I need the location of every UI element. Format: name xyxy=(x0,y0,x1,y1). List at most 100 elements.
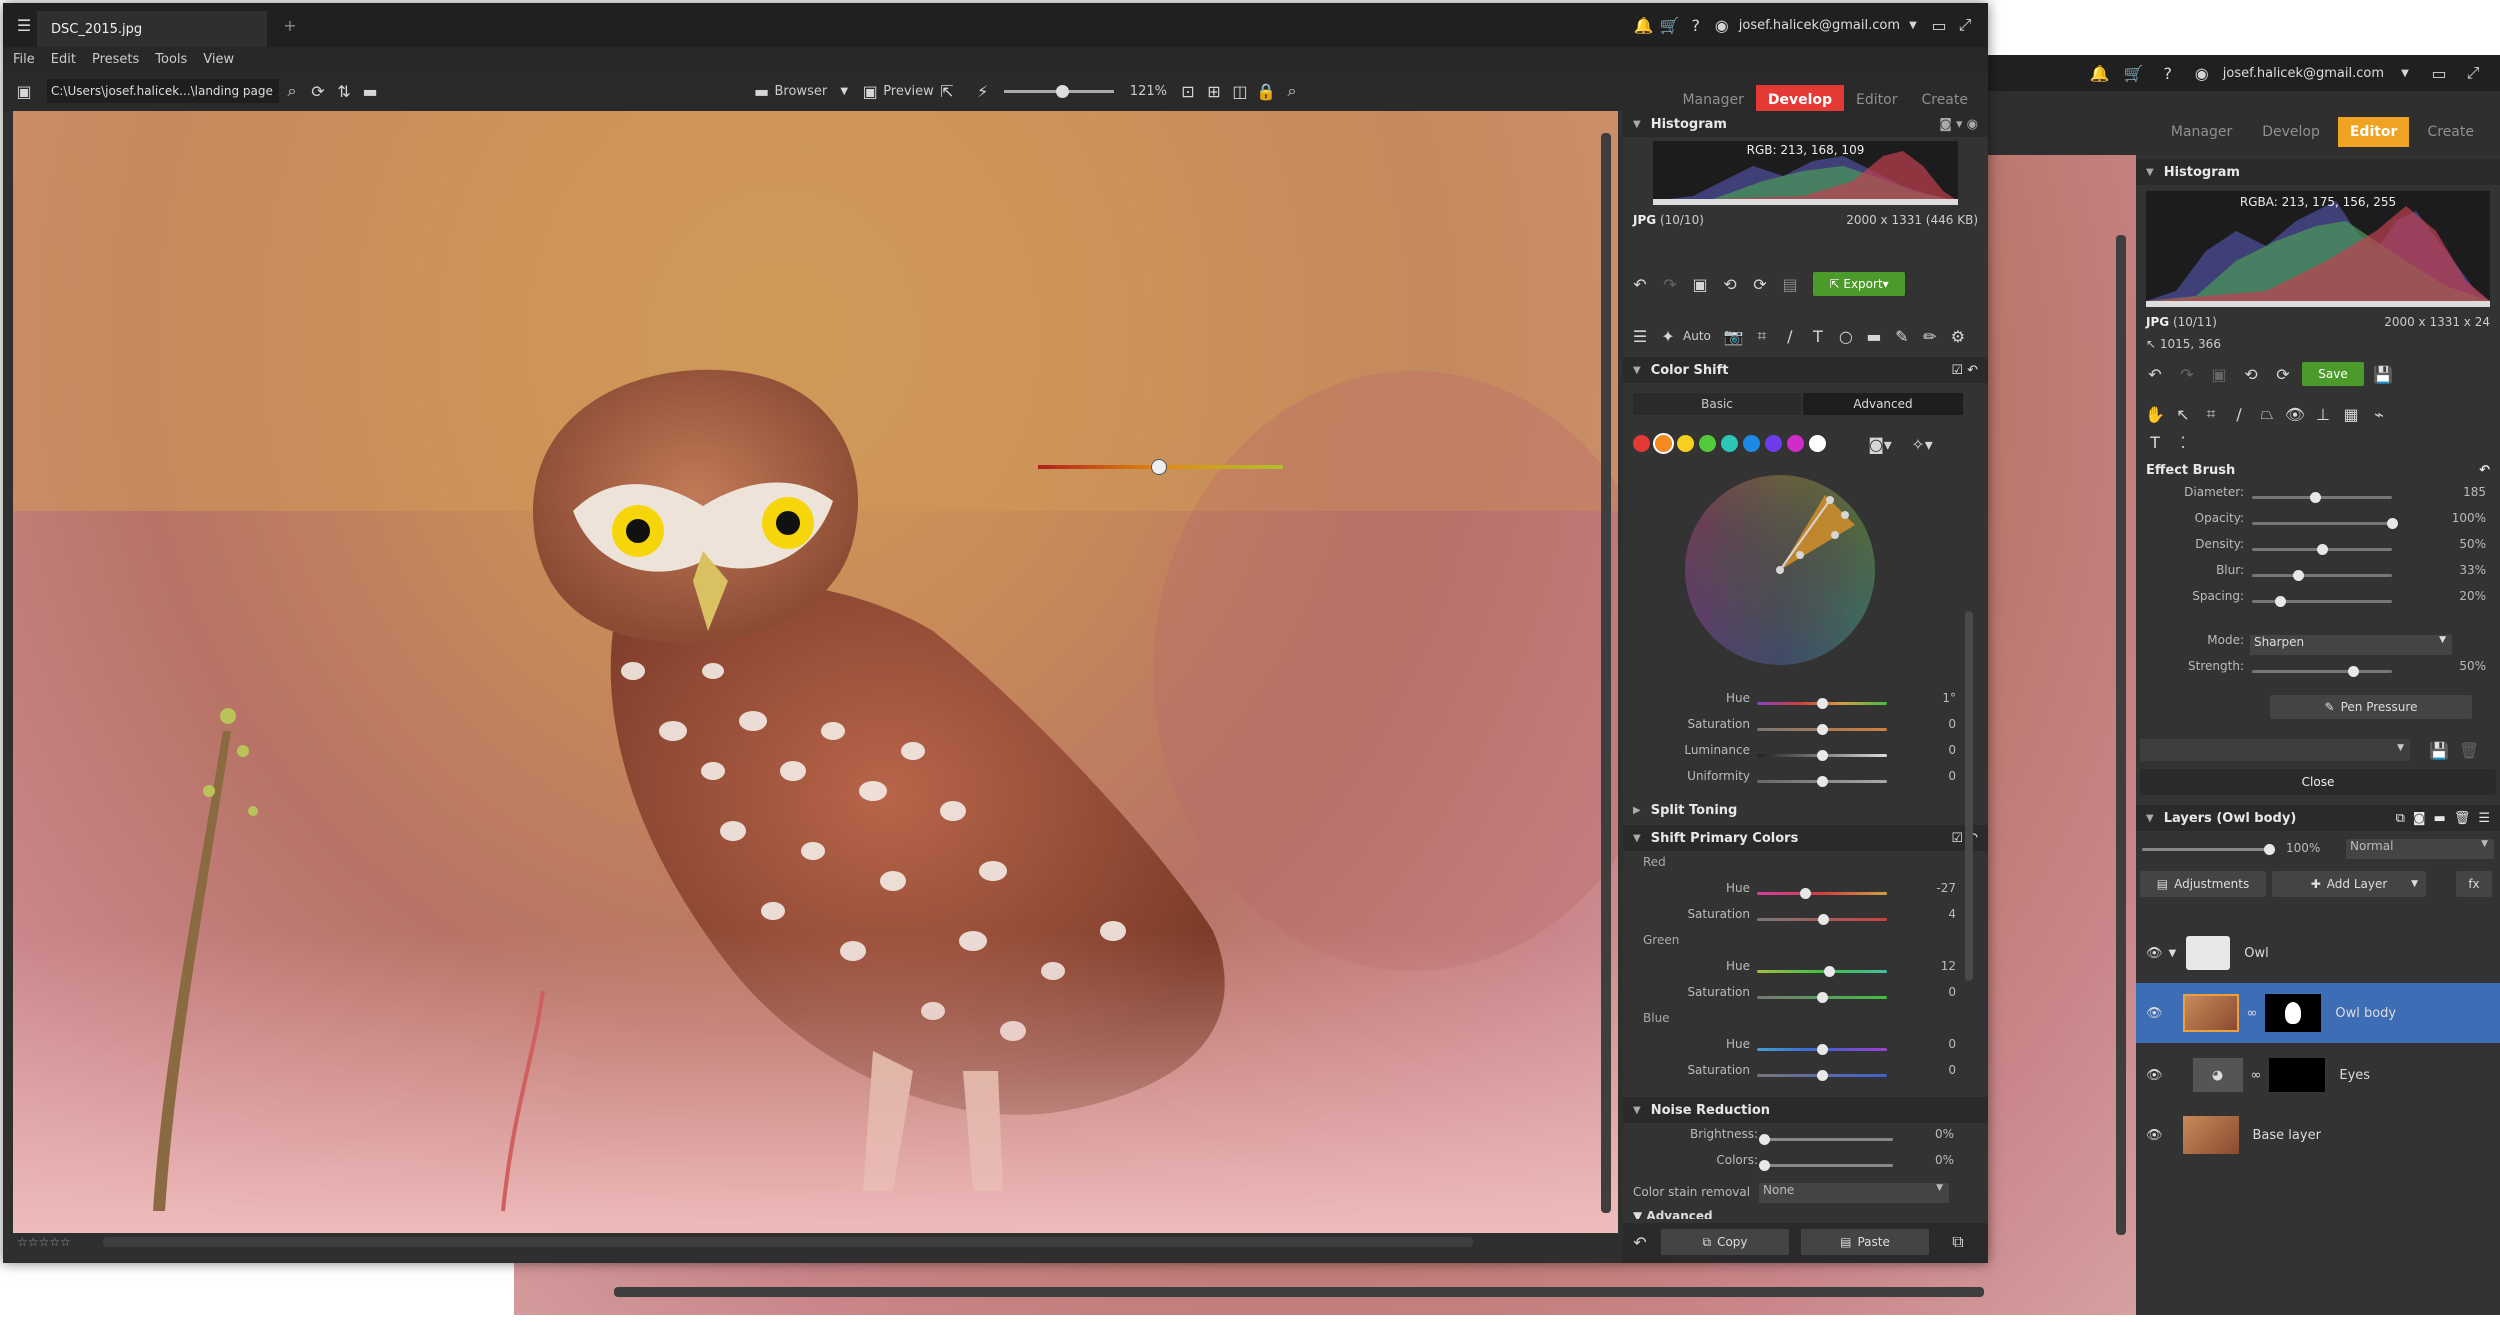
color-swatch[interactable] xyxy=(1809,435,1826,452)
chevron-down-icon[interactable]: ▼ xyxy=(1900,12,1926,38)
straighten-icon[interactable]: ∕ xyxy=(1777,323,1803,349)
histogram-header[interactable]: ▼ Histogram ◙ ▾ ◉ xyxy=(1623,111,1988,137)
brush-spacing-track[interactable] xyxy=(2252,600,2392,603)
shift-primary-header[interactable]: ▼Shift Primary Colors ☑ ↶ xyxy=(1623,825,1988,851)
tab-create[interactable]: Create xyxy=(2415,117,2486,147)
selection-icon[interactable]: ⌁ xyxy=(2366,401,2392,427)
color-swatch[interactable] xyxy=(1721,435,1738,452)
layer-item-owl-group[interactable]: 👁 ▼ Owl xyxy=(2136,923,2500,983)
color-swatch[interactable] xyxy=(1677,435,1694,452)
brush-blur-knob[interactable] xyxy=(2293,570,2305,581)
color-swatch[interactable] xyxy=(1699,435,1716,452)
brush-mode-select[interactable]: Sharpen ▼ xyxy=(2250,635,2452,655)
color-swatch[interactable] xyxy=(1653,433,1674,454)
shift-red-hue-track[interactable] xyxy=(1757,892,1887,895)
perspective-icon[interactable]: ⏢ xyxy=(2254,401,2280,427)
color-wheel[interactable] xyxy=(1685,475,1875,665)
menu-file[interactable]: File xyxy=(13,52,35,67)
monitor-icon[interactable]: ▭ xyxy=(2426,60,2452,86)
text-icon[interactable]: T xyxy=(2142,429,2168,455)
brush-strength-track[interactable] xyxy=(2252,670,2392,673)
brush-opacity-track[interactable] xyxy=(2252,522,2392,525)
grid-icon[interactable]: ▦ xyxy=(2338,401,2364,427)
pointer-icon[interactable]: ↖ xyxy=(2170,401,2196,427)
layer-opacity-track[interactable] xyxy=(2142,848,2268,851)
zoom-slider[interactable] xyxy=(1003,84,1114,98)
delete-preset-icon[interactable]: 🗑 xyxy=(2456,737,2482,763)
browser-button[interactable]: Browser xyxy=(775,84,828,99)
color-shift-toggle-icon[interactable]: ☑ ↶ xyxy=(1951,363,1978,378)
editor-scrollbar[interactable] xyxy=(2116,235,2126,1235)
clipboard-icon[interactable]: ⧉ xyxy=(1945,1229,1971,1255)
help-icon[interactable]: ? xyxy=(2155,60,2181,86)
gradient-icon[interactable]: ▬ xyxy=(1861,323,1887,349)
pen-pressure-button[interactable]: ✎ Pen Pressure xyxy=(2270,695,2472,719)
brush-blur-track[interactable] xyxy=(2252,574,2392,577)
preset-select[interactable]: ▼ xyxy=(2140,739,2410,761)
circle-icon[interactable]: ○ xyxy=(1833,323,1859,349)
visibility-eye-icon[interactable]: 👁 xyxy=(2146,1006,2163,1021)
effect-brush-header[interactable]: Effect Brush ↶ xyxy=(2136,457,2500,483)
path-input[interactable]: C:\Users\josef.halicek...\landing page xyxy=(47,79,279,103)
noise-colors-knob[interactable] xyxy=(1759,1160,1770,1171)
user-email[interactable]: josef.halicek@gmail.com xyxy=(2223,66,2384,81)
visibility-eye-icon[interactable]: 👁 xyxy=(2146,1128,2163,1143)
zoom-actual-icon[interactable]: ⊞ xyxy=(1201,78,1227,104)
tab-develop[interactable]: Develop xyxy=(2250,117,2332,147)
shift-red-hue-knob[interactable] xyxy=(1800,888,1812,899)
auto-button[interactable]: Auto xyxy=(1683,329,1711,343)
undo-icon[interactable]: ↶ xyxy=(1627,271,1653,297)
brush-density-knob[interactable] xyxy=(2317,544,2328,555)
save-preset-icon[interactable]: 💾 xyxy=(2426,737,2452,763)
color-swatch[interactable] xyxy=(1633,435,1650,452)
shift-green-hue-knob[interactable] xyxy=(1823,966,1835,977)
color-shift-header[interactable]: ▼ Color Shift ☑ ↶ xyxy=(1623,357,1988,383)
brush-diameter-knob[interactable] xyxy=(2310,492,2321,503)
gear-icon[interactable]: ⚙ xyxy=(1945,323,1971,349)
chevron-down-icon[interactable]: ▼ xyxy=(2392,60,2418,86)
cart-icon[interactable]: 🛒 xyxy=(1657,12,1683,38)
lock-icon[interactable]: 🔒 xyxy=(1253,78,1279,104)
noise-colors-track[interactable] xyxy=(1763,1164,1893,1167)
navigator-icon[interactable]: ▣ xyxy=(11,78,37,104)
color-shift-hue-knob[interactable] xyxy=(1817,698,1828,709)
menu-presets[interactable]: Presets xyxy=(92,52,139,67)
histogram-options-icon[interactable]: ◙ ▾ ◉ xyxy=(1939,117,1978,132)
color-swatch[interactable] xyxy=(1787,435,1804,452)
external-icon[interactable]: ⇱ xyxy=(934,78,960,104)
color-swatch[interactable] xyxy=(1765,435,1782,452)
tab-basic[interactable]: Basic xyxy=(1633,393,1801,415)
reset-icon[interactable]: ↶ xyxy=(2479,463,2490,478)
layers-header[interactable]: ▼ Layers (Owl body) ⧉ ◙ ▬ 🗑 ☰ xyxy=(2136,805,2500,831)
color-shift-uniformity-knob[interactable] xyxy=(1817,776,1828,787)
document-tab[interactable]: DSC_2015.jpg xyxy=(37,11,267,47)
layer-item-owl-body[interactable]: 👁 ∞ Owl body xyxy=(2136,983,2500,1043)
loupe-icon[interactable]: ⌕ xyxy=(1279,78,1305,104)
preview-button[interactable]: Preview xyxy=(883,84,934,99)
notification-bell-icon[interactable]: 🔔 xyxy=(2087,60,2113,86)
search-icon[interactable]: ⌕ xyxy=(279,78,305,104)
adjustments-button[interactable]: ▤ Adjustments xyxy=(2140,871,2266,897)
export-button[interactable]: ⇱ Export ▾ xyxy=(1813,272,1905,296)
color-swatch[interactable] xyxy=(1743,435,1760,452)
redo-icon[interactable]: ↷ xyxy=(2174,361,2200,387)
layer-item-base[interactable]: 👁 Base layer xyxy=(2136,1105,2500,1165)
menu-icon[interactable]: ☰ xyxy=(2478,811,2490,826)
adjustments-icon[interactable]: ☰ xyxy=(1627,323,1653,349)
folder-icon[interactable]: ▬ xyxy=(357,78,383,104)
tab-editor[interactable]: Editor xyxy=(2337,117,2410,147)
help-icon[interactable]: ? xyxy=(1683,12,1709,38)
chevron-down-icon[interactable]: ▼ xyxy=(2169,948,2177,959)
editor-histogram-header[interactable]: ▼ Histogram xyxy=(2136,159,2500,185)
browser-icon[interactable]: ▬ xyxy=(749,78,775,104)
fullscreen-icon[interactable]: ⤢ xyxy=(2460,60,2486,86)
shift-blue-saturation-knob[interactable] xyxy=(1817,1070,1828,1081)
flash-icon[interactable]: ⚡ xyxy=(970,78,996,104)
color-shift-luminance-knob[interactable] xyxy=(1817,750,1828,761)
rotate-left-icon[interactable]: ⟲ xyxy=(2238,361,2264,387)
duplicate-layer-icon[interactable]: ⧉ xyxy=(2396,811,2405,826)
layer-item-eyes[interactable]: 👁 ◕ ∞ Eyes xyxy=(2136,1045,2500,1105)
rotate-right-icon[interactable]: ⟳ xyxy=(2270,361,2296,387)
straighten-icon[interactable]: ∕ xyxy=(2226,401,2252,427)
monitor-icon[interactable]: ▭ xyxy=(1926,12,1952,38)
